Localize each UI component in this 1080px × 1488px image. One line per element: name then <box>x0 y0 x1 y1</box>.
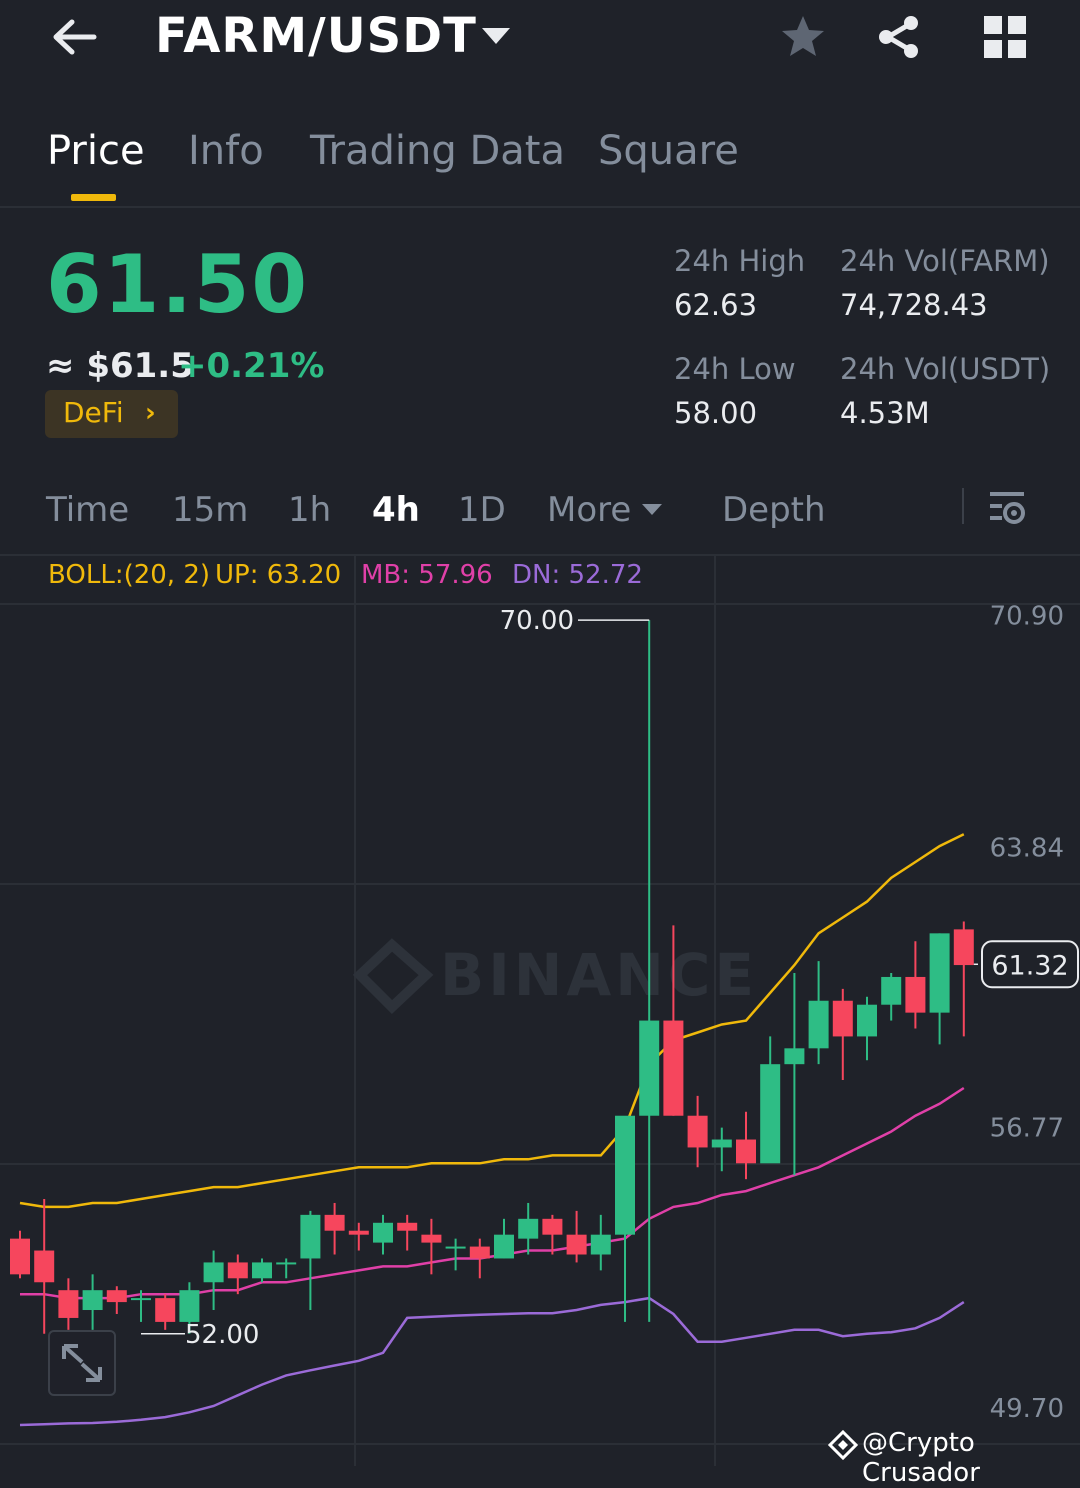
candle-body <box>324 1214 345 1231</box>
candle-body <box>106 1290 127 1303</box>
header-bar: FARM/USDT <box>0 0 1080 80</box>
candle-body <box>276 1262 297 1265</box>
low-value: 58.00 <box>674 396 758 430</box>
candle-body <box>542 1218 563 1235</box>
active-tab-indicator <box>71 194 116 201</box>
candle-body <box>494 1234 514 1259</box>
candle-body <box>687 1115 708 1148</box>
candlestick-chart[interactable]: BINANCE 70.90 63.84 56.77 49.70 70.00 52.00 61.… <box>0 555 1080 1466</box>
chart-settings-icon[interactable] <box>988 488 1028 528</box>
candle-body <box>252 1262 272 1279</box>
tab-trading-data[interactable]: Trading Data <box>310 128 565 174</box>
y-axis-tick-label: 49.70 <box>990 1394 1064 1424</box>
candle-body <box>615 1115 635 1235</box>
candle-body <box>58 1290 79 1318</box>
vol-quote-label: 24h Vol(USDT) <box>840 352 1051 386</box>
diamond-logo-icon <box>828 1430 858 1460</box>
y-axis-tick-label: 63.84 <box>990 833 1064 863</box>
candle-body <box>469 1246 490 1259</box>
interval-4h[interactable]: 4h <box>372 490 420 530</box>
candle-body <box>711 1139 732 1148</box>
share-icon[interactable] <box>876 14 922 60</box>
price-change-percent: +0.21% <box>178 346 325 386</box>
back-arrow-icon[interactable] <box>50 14 100 60</box>
divider <box>962 488 964 524</box>
current-price-label: 61.32 <box>991 950 1068 981</box>
candle-body <box>373 1222 393 1243</box>
candle-body <box>881 976 902 1005</box>
vol-base-label: 24h Vol(FARM) <box>840 244 1050 278</box>
candle-body <box>857 1004 877 1037</box>
watermark-logo-icon <box>352 938 434 1014</box>
vol-base-value: 74,728.43 <box>840 288 988 322</box>
credit-watermark: @Crypto Crusador <box>862 1428 980 1488</box>
candle-body <box>736 1139 756 1164</box>
expand-icon <box>62 1344 102 1382</box>
low-label: 24h Low <box>674 352 796 386</box>
usd-price: ≈ $61.5 <box>46 346 194 386</box>
candle-body <box>929 933 950 1013</box>
candle-body <box>203 1262 224 1283</box>
grid-menu-icon[interactable] <box>984 16 1026 58</box>
tab-square[interactable]: Square <box>598 128 739 174</box>
interval-depth[interactable]: Depth <box>722 490 826 530</box>
high-marker-label: 70.00 <box>500 606 574 636</box>
low-marker-label: 52.00 <box>185 1320 259 1350</box>
candle-body <box>760 1064 781 1164</box>
candle-body <box>518 1218 539 1239</box>
favorite-star-icon[interactable] <box>778 12 828 62</box>
candle-body <box>808 1000 829 1049</box>
candle-body <box>639 1020 660 1116</box>
candle-body <box>905 976 926 1013</box>
candle-body <box>397 1222 418 1231</box>
tab-info[interactable]: Info <box>188 128 264 174</box>
candle-body <box>953 929 974 966</box>
candle-body <box>348 1230 369 1235</box>
y-axis-tick-label: 56.77 <box>990 1114 1064 1144</box>
interval-15m[interactable]: 15m <box>172 490 248 530</box>
category-tag-label: DeFi <box>63 396 124 429</box>
more-dropdown-icon[interactable] <box>642 504 662 515</box>
fullscreen-button[interactable] <box>48 1330 116 1396</box>
candle-body <box>179 1290 200 1322</box>
candle-body <box>445 1246 466 1249</box>
candle-body <box>832 1000 853 1037</box>
tab-price[interactable]: Price <box>47 128 145 174</box>
boll-mb-line <box>20 1086 965 1300</box>
interval-1d[interactable]: 1D <box>458 490 506 530</box>
pair-dropdown-icon[interactable] <box>482 28 510 44</box>
candle-body <box>421 1234 442 1243</box>
y-axis-tick-label: 70.90 <box>990 601 1064 631</box>
chevron-right-icon: › <box>145 398 156 428</box>
interval-more[interactable]: More <box>547 490 631 530</box>
high-label: 24h High <box>674 244 806 278</box>
vol-quote-value: 4.53M <box>840 396 930 430</box>
candle-body <box>227 1262 248 1279</box>
candle-body <box>566 1234 587 1255</box>
interval-time[interactable]: Time <box>46 490 129 530</box>
candle-body <box>300 1214 321 1259</box>
exchange-watermark: BINANCE <box>440 941 758 1009</box>
candle-body <box>131 1298 151 1301</box>
candle-body <box>34 1250 55 1283</box>
high-value: 62.63 <box>674 288 758 322</box>
candle-body <box>784 1048 805 1065</box>
candle-body <box>663 1020 684 1116</box>
interval-bar: Time 15m 1h 4h 1D More Depth <box>0 478 1080 556</box>
last-price: 61.50 <box>46 238 310 331</box>
candle-body <box>10 1238 30 1275</box>
main-tabs: Price Info Trading Data Square <box>0 110 1080 208</box>
candle-body <box>590 1234 611 1255</box>
interval-1h[interactable]: 1h <box>288 490 331 530</box>
candle-body <box>155 1298 176 1322</box>
candle-body <box>82 1290 103 1311</box>
category-tag-button[interactable]: DeFi › <box>45 390 178 438</box>
pair-title[interactable]: FARM/USDT <box>155 8 477 64</box>
